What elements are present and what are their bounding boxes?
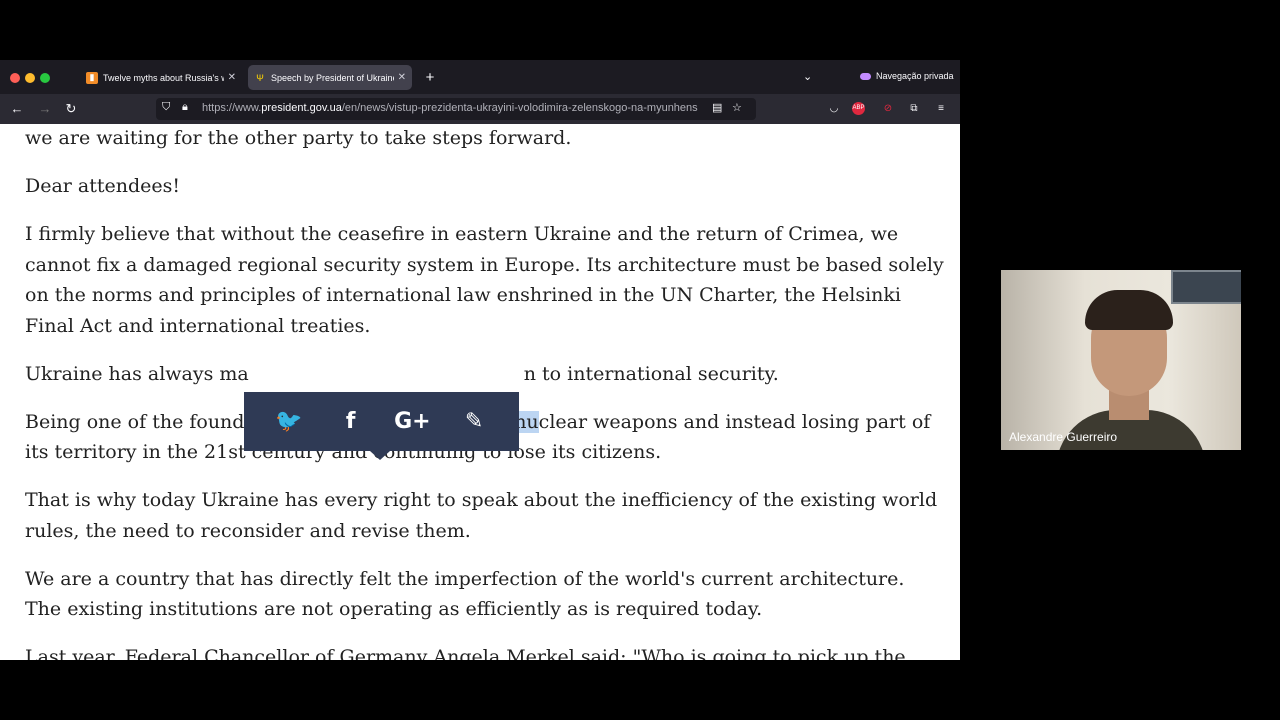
twitter-icon[interactable]: 🐦 [269,409,309,434]
paragraph: Last year, Federal Chancellor of Germany… [25,646,906,660]
reload-button[interactable]: ↻ [62,100,80,118]
webcam-video-tile: Alexandre Guerreiro [1001,270,1241,450]
facebook-icon[interactable]: f [331,409,371,434]
tab-close-icon[interactable]: ✕ [398,72,406,83]
blocker-extension-icon[interactable]: ⊘ [880,101,896,117]
address-bar[interactable]: ⛉ 🔒︎ https://www.president.gov.ua/en/new… [156,98,756,120]
paragraph: Ukraine has always ma n to international … [25,362,779,385]
maximize-window-button[interactable] [40,73,50,83]
bookmark-star-icon[interactable]: ☆ [732,101,742,114]
menu-hamburger-icon[interactable]: ≡ [933,101,949,117]
paragraph: We are a country that has directly felt … [25,567,905,621]
url-text[interactable]: https://www.president.gov.ua/en/news/vis… [202,102,702,114]
tab-favicon-icon: ▮ [86,71,98,84]
google-plus-icon[interactable]: G+ [392,409,432,434]
tab-speech-president[interactable]: Ψ Speech by President of Ukraine ✕ [248,65,412,90]
extensions-puzzle-icon[interactable]: ⧉ [906,101,922,117]
minimize-window-button[interactable] [25,73,35,83]
paragraph: Dear attendees! [25,175,181,197]
share-toolbar-arrow [370,451,390,460]
lock-icon[interactable]: 🔒︎ [182,101,188,114]
new-tab-button[interactable]: + [422,69,438,86]
tab-bar: ▮ Twelve myths about Russia's wa ✕ Ψ Spe… [0,60,960,94]
person-hair [1085,290,1173,330]
wall-picture-frame [1171,270,1241,304]
tab-title: Speech by President of Ukraine [271,72,394,83]
private-mask-icon [860,72,871,80]
browser-window: ▮ Twelve myths about Russia's wa ✕ Ψ Spe… [0,60,960,660]
tab-close-icon[interactable]: ✕ [228,72,236,83]
tab-twelve-myths[interactable]: ▮ Twelve myths about Russia's wa ✕ [80,65,242,90]
pocket-icon[interactable]: ◡ [826,101,842,117]
back-button[interactable]: ← [8,100,26,118]
adblock-plus-icon[interactable]: ABP [852,102,865,115]
paragraph: I firmly believe that without the ceasef… [25,223,944,337]
trident-favicon-icon: Ψ [256,72,264,83]
selection-share-toolbar: 🐦 f G+ ✎ [244,392,519,451]
participant-name-label: Alexandre Guerreiro [1009,430,1118,444]
page-content: we are waiting for the other party to ta… [0,124,960,660]
pencil-icon[interactable]: ✎ [454,409,494,434]
navigation-toolbar: ← → ↻ ⛉ 🔒︎ https://www.president.gov.ua/… [0,94,960,124]
paragraph: That is why today Ukraine has every righ… [25,489,938,542]
forward-button[interactable]: → [36,100,54,118]
list-tabs-chevron-icon[interactable]: ⌄ [803,70,812,83]
private-browsing-indicator: Navegação privada [860,71,954,81]
reader-view-icon[interactable]: ▤ [712,101,722,114]
close-window-button[interactable] [10,73,20,83]
private-browsing-label: Navegação privada [876,71,954,81]
tab-title: Twelve myths about Russia's wa [103,72,224,83]
tracking-protection-shield-icon[interactable]: ⛉ [162,101,170,114]
paragraph: we are waiting for the other party to ta… [25,127,572,149]
